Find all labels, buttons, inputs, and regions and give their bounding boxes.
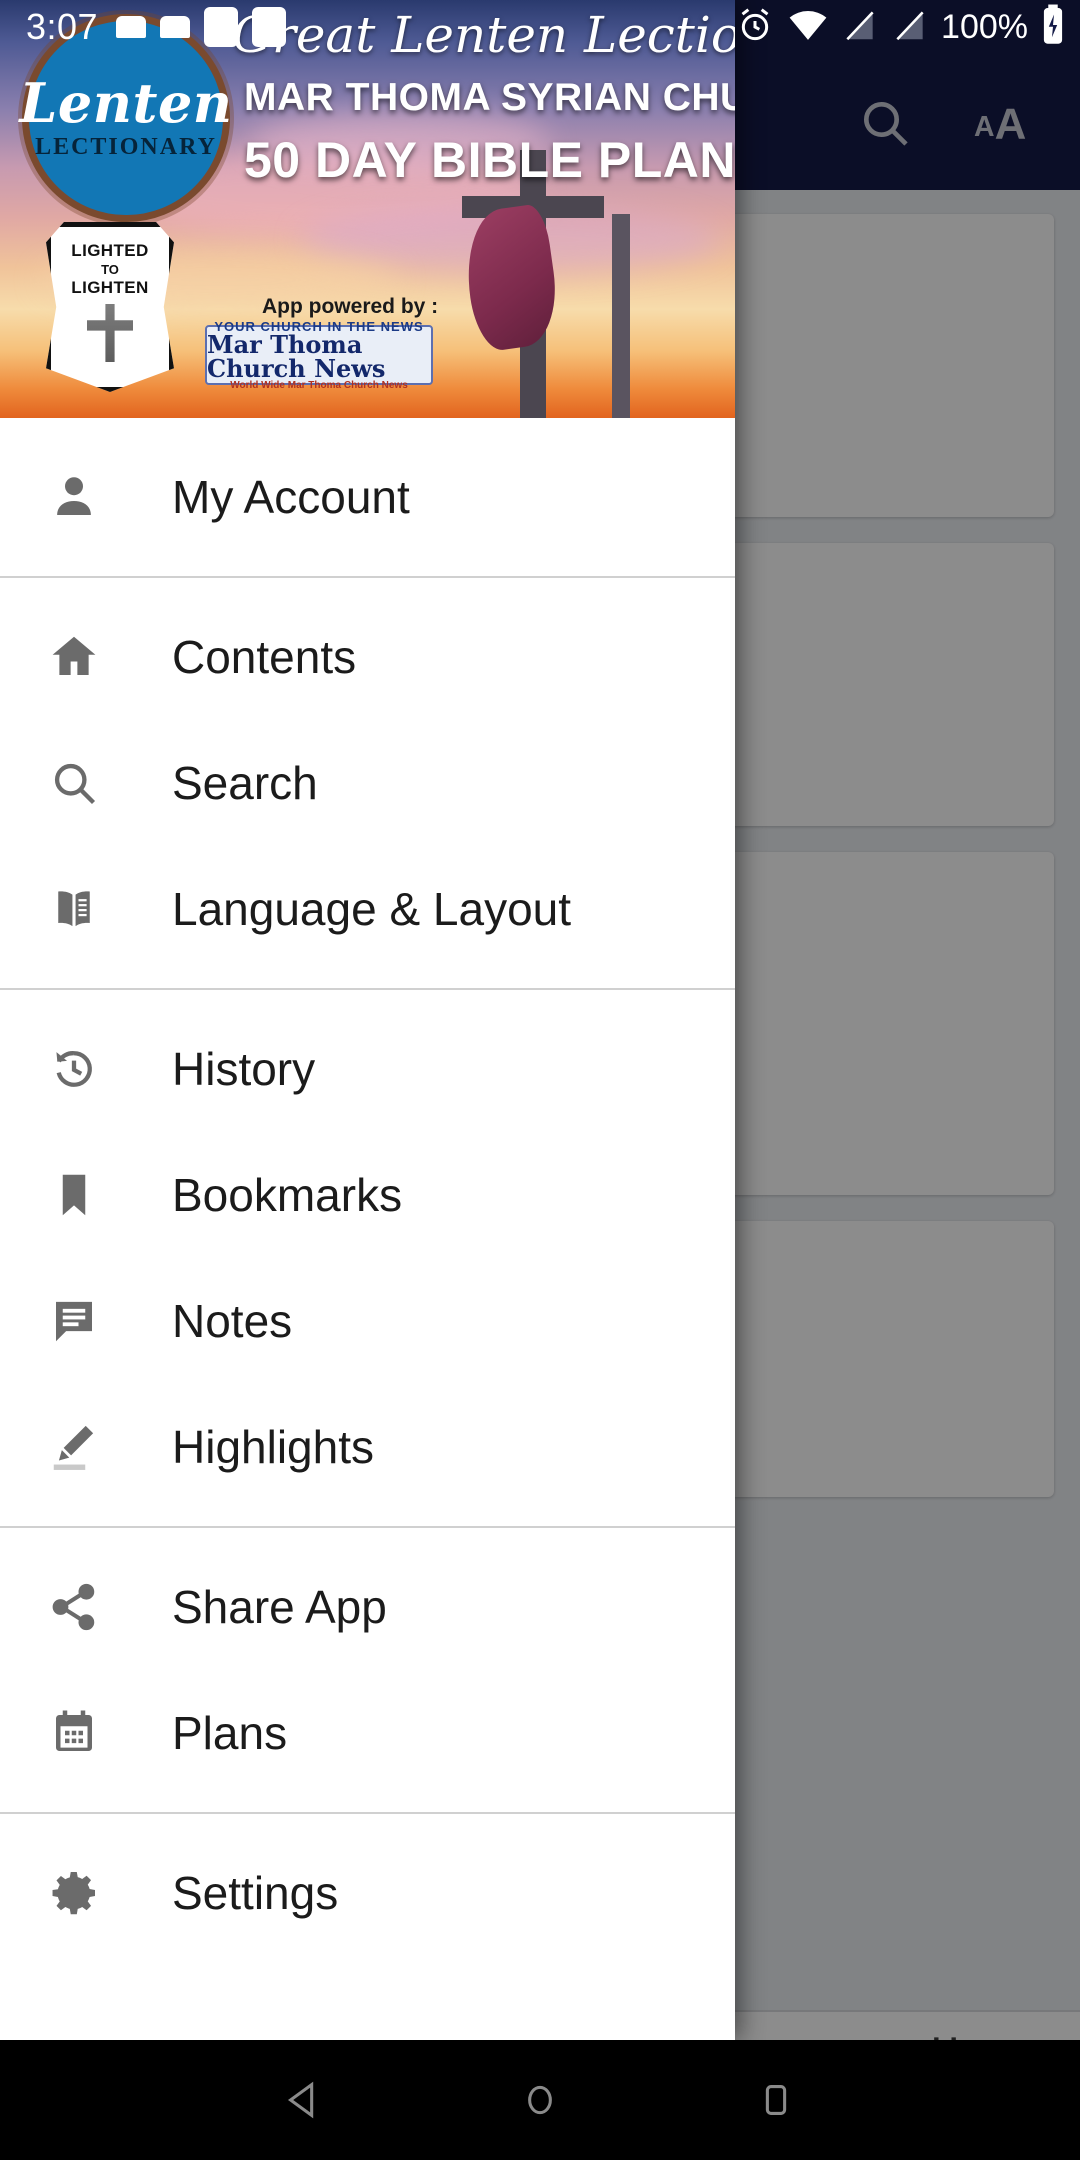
banner-church-name: MAR THOMA SYRIAN CHURCH xyxy=(244,76,735,119)
history-icon xyxy=(42,1037,106,1101)
banner-script-title: Great Lenten Lectionary xyxy=(232,6,735,64)
calendar-icon xyxy=(42,1701,106,1765)
back-button[interactable] xyxy=(281,2077,327,2123)
drawer-item-label: Language & Layout xyxy=(172,883,572,935)
logo-secondary-word: LECTIONARY xyxy=(35,133,217,160)
drawer-group-settings: Settings xyxy=(0,1814,735,1972)
shield-cross-icon xyxy=(87,304,133,362)
drawer-group-account: My Account xyxy=(0,418,735,576)
share-icon xyxy=(42,1575,106,1639)
drawer-item-history[interactable]: History xyxy=(0,1006,735,1132)
logo-primary-word: Lenten xyxy=(19,70,233,135)
drawer-menu-list: My Account Contents Search Language & La… xyxy=(0,418,735,2040)
banner-powered-by-label: App powered by : xyxy=(262,295,439,318)
recents-button[interactable] xyxy=(753,2077,799,2123)
drawer-item-settings[interactable]: Settings xyxy=(0,1830,735,1956)
phone-screen: A A Lenten ലത്തെ ഭാഗങ്ങൾ ബെബിൾ ns ഫിലിംസ… xyxy=(0,0,1080,2160)
bookmark-icon xyxy=(42,1163,106,1227)
lighted-to-lighten-shield-logo: LIGHTED TO LIGHTEN xyxy=(46,222,174,392)
drawer-item-label: Settings xyxy=(172,1867,339,1919)
drawer-item-label: Search xyxy=(172,757,318,809)
drawer-item-label: Share App xyxy=(172,1581,387,1633)
shield-line-2: TO xyxy=(101,262,119,277)
mar-thoma-church-news-badge: YOUR CHURCH IN THE NEWS Mar Thoma Church… xyxy=(205,320,433,390)
home-icon xyxy=(42,625,106,689)
drawer-item-label: Highlights xyxy=(172,1421,374,1473)
drawer-item-plans[interactable]: Plans xyxy=(0,1670,735,1796)
drawer-item-label: Contents xyxy=(172,631,357,683)
second-cross-shape xyxy=(612,214,630,418)
drawer-item-language-layout[interactable]: Language & Layout xyxy=(0,846,735,972)
book-icon xyxy=(42,877,106,941)
system-navigation-bar xyxy=(0,2040,1080,2160)
shield-line-3: LIGHTEN xyxy=(71,278,149,297)
drawer-item-contents[interactable]: Contents xyxy=(0,594,735,720)
person-icon xyxy=(42,465,106,529)
shield-line-1: LIGHTED xyxy=(71,241,149,260)
lenten-lectionary-logo: Lenten LECTIONARY xyxy=(19,14,233,222)
drawer-group-extras: Share App Plans xyxy=(0,1528,735,1812)
drawer-item-share-app[interactable]: Share App xyxy=(0,1544,735,1670)
highlight-pencil-icon xyxy=(42,1415,106,1479)
search-icon xyxy=(42,751,106,815)
home-button[interactable] xyxy=(517,2077,563,2123)
drawer-item-notes[interactable]: Notes xyxy=(0,1258,735,1384)
badge-line-3: World Wide Mar Thoma Church News xyxy=(230,379,408,391)
drawer-group-personal: History Bookmarks Notes Highlights xyxy=(0,990,735,1526)
drawer-header-banner: Lenten LECTIONARY LIGHTED TO LIGHTEN Gre… xyxy=(0,0,735,418)
drawer-item-label: My Account xyxy=(172,471,410,523)
drawer-item-label: History xyxy=(172,1043,316,1095)
drawer-item-my-account[interactable]: My Account xyxy=(0,434,735,560)
notes-icon xyxy=(42,1289,106,1353)
navigation-drawer: Lenten LECTIONARY LIGHTED TO LIGHTEN Gre… xyxy=(0,0,735,2040)
drawer-item-label: Notes xyxy=(172,1295,293,1347)
drawer-item-highlights[interactable]: Highlights xyxy=(0,1384,735,1510)
drawer-item-label: Bookmarks xyxy=(172,1169,403,1221)
drawer-item-bookmarks[interactable]: Bookmarks xyxy=(0,1132,735,1258)
badge-line-2: Mar Thoma Church News xyxy=(207,329,386,383)
drawer-item-label: Plans xyxy=(172,1707,288,1759)
drawer-group-navigation: Contents Search Language & Layout xyxy=(0,578,735,988)
gear-icon xyxy=(42,1861,106,1925)
drawer-item-search[interactable]: Search xyxy=(0,720,735,846)
banner-plan-name: 50 DAY BIBLE PLAN xyxy=(244,132,735,188)
